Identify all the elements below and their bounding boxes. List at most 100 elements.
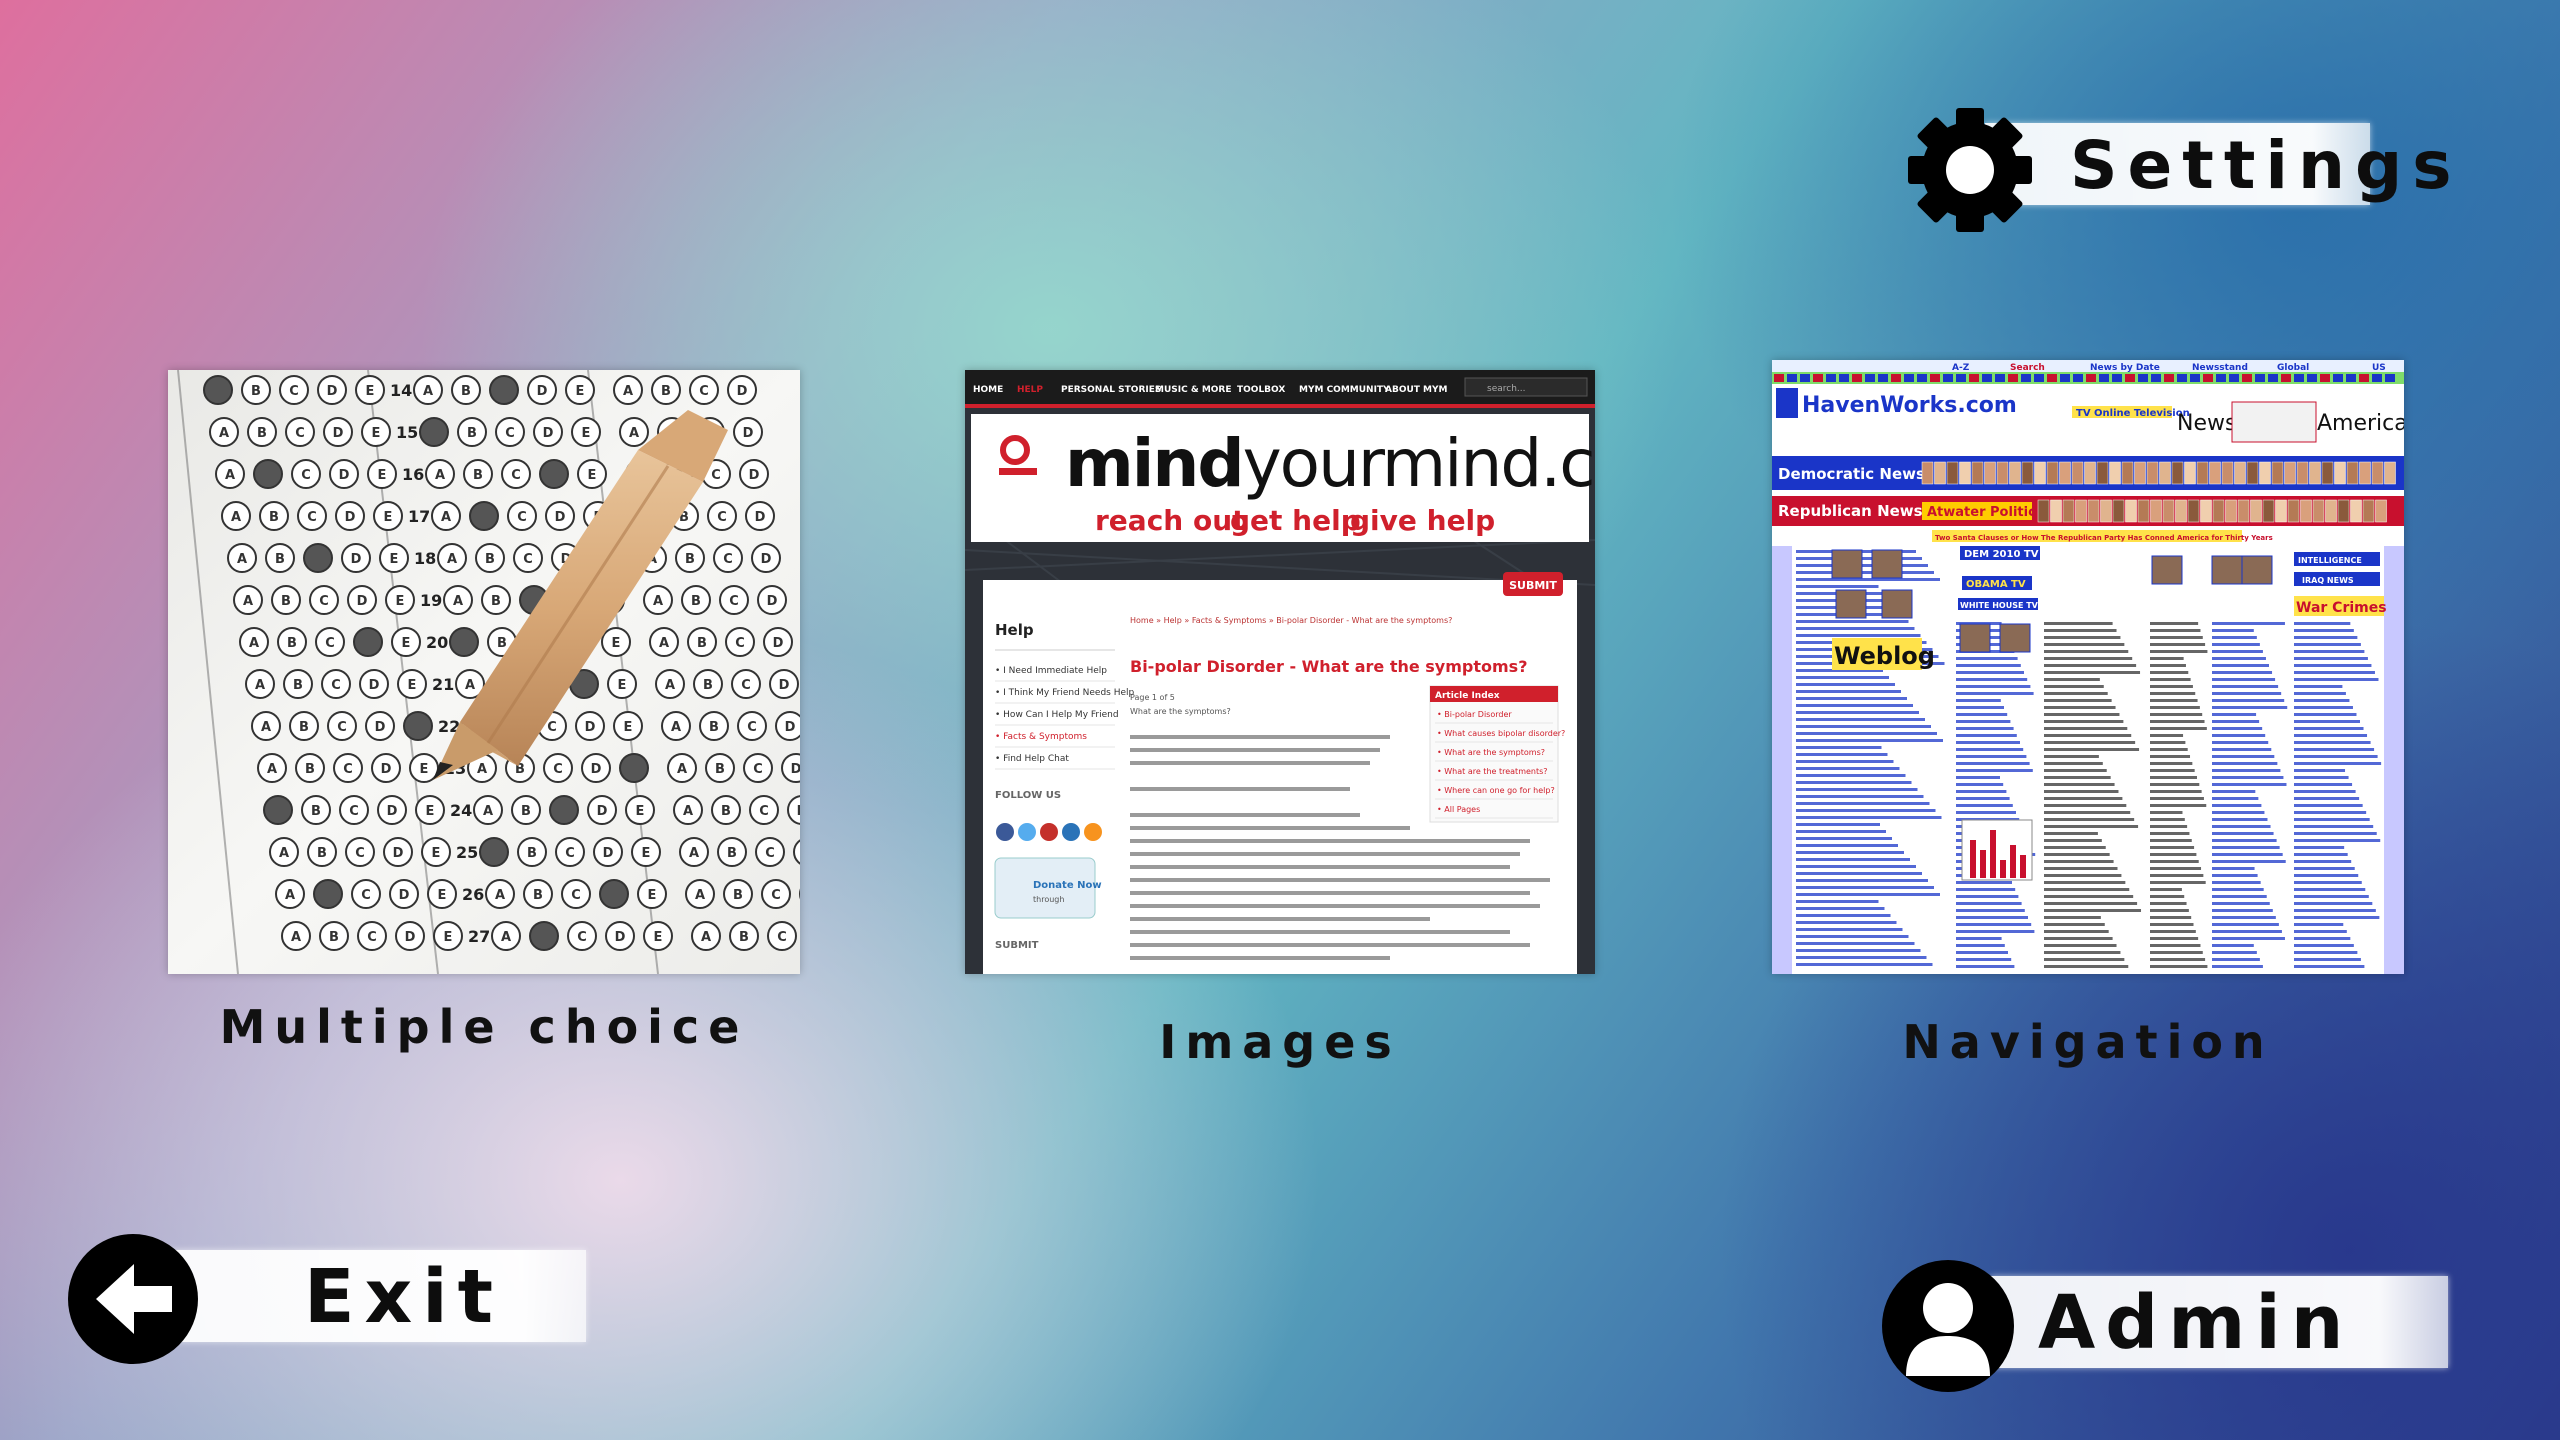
svg-text:B: B (461, 384, 471, 399)
haven-link: US (2372, 363, 2386, 373)
svg-text:27: 27 (468, 927, 490, 946)
navigation-tile[interactable]: A-Z Search News by Date Newsstand Global US H… (1772, 360, 2404, 1070)
svg-text:A: A (453, 594, 463, 609)
settings-label: Settings (2070, 127, 2462, 204)
svg-text:C: C (331, 678, 341, 693)
haven-iraq: IRAQ NEWS (2302, 576, 2354, 585)
svg-text:B: B (299, 720, 309, 735)
mym-sidebar-item: • How Can I Help My Friend (995, 710, 1119, 720)
haven-dem-tv: DEM 2010 TV (1964, 549, 2039, 560)
exit-button[interactable]: Exit (66, 1232, 596, 1372)
gear-icon (1905, 105, 2035, 235)
mym-donate-sub: through (1033, 895, 1064, 904)
svg-text:C: C (355, 846, 365, 861)
svg-text:E: E (372, 426, 381, 441)
svg-text:E: E (642, 846, 651, 861)
haven-link: Newsstand (2192, 363, 2248, 373)
svg-text:A: A (677, 762, 687, 777)
haven-weblog: Weblog (1834, 642, 1935, 670)
svg-text:C: C (361, 888, 371, 903)
svg-text:A: A (243, 594, 253, 609)
svg-text:D: D (339, 468, 350, 483)
haven-link: Search (2010, 363, 2045, 373)
images-tile[interactable]: HOME HELP PERSONAL STORIES MUSIC & MORE TOOL… (965, 370, 1595, 1070)
svg-text:16: 16 (402, 465, 424, 484)
svg-text:A: A (249, 636, 259, 651)
svg-text:D: D (345, 510, 356, 525)
svg-text:B: B (269, 510, 279, 525)
svg-text:C: C (319, 594, 329, 609)
svg-text:A: A (285, 888, 295, 903)
svg-text:A: A (483, 804, 493, 819)
svg-text:E: E (378, 468, 387, 483)
svg-text:B: B (697, 636, 707, 651)
svg-text:D: D (603, 846, 614, 861)
admin-button[interactable]: Admin (1880, 1258, 2460, 1398)
images-label: Images (1159, 1015, 1401, 1069)
svg-text:B: B (473, 468, 483, 483)
svg-text:B: B (317, 846, 327, 861)
mym-donate: Donate Now (1033, 880, 1102, 891)
social-icon (1084, 823, 1102, 841)
svg-text:C: C (699, 384, 709, 399)
svg-text:C: C (553, 762, 563, 777)
svg-text:18: 18 (414, 549, 436, 568)
svg-text:C: C (711, 468, 721, 483)
svg-text:C: C (753, 762, 763, 777)
mym-lead: What are the symptoms? (1130, 707, 1231, 716)
svg-text:C: C (565, 846, 575, 861)
svg-text:C: C (289, 384, 299, 399)
svg-text:C: C (295, 426, 305, 441)
haven-war-crimes: War Crimes (2296, 600, 2387, 616)
multiple-choice-label: Multiple choice (219, 1000, 749, 1054)
svg-text:D: D (543, 426, 554, 441)
svg-text:D: D (387, 804, 398, 819)
svg-text:19: 19 (420, 591, 442, 610)
svg-text:D: D (591, 762, 602, 777)
svg-text:C: C (771, 888, 781, 903)
navigation-thumbnail: A-Z Search News by Date Newsstand Global US H… (1772, 360, 2404, 974)
svg-text:20: 20 (426, 633, 448, 652)
multiple-choice-tile[interactable]: B C D E 14 A B D E A B C D A B C D E 15 B C D E A B C D A C D E 16 A B C E A… (168, 370, 800, 1060)
svg-text:A: A (255, 678, 265, 693)
mym-nav-item: PERSONAL STORIES (1061, 385, 1161, 395)
svg-text:A: A (695, 888, 705, 903)
svg-text:B: B (715, 762, 725, 777)
haven-news: News (2177, 411, 2236, 436)
svg-text:B: B (287, 636, 297, 651)
svg-text:A: A (231, 510, 241, 525)
svg-text:A: A (291, 930, 301, 945)
svg-text:D: D (333, 426, 344, 441)
svg-text:C: C (511, 468, 521, 483)
svg-text:A: A (653, 594, 663, 609)
svg-text:B: B (733, 888, 743, 903)
svg-text:B: B (311, 804, 321, 819)
svg-text:C: C (301, 468, 311, 483)
svg-text:E: E (654, 930, 663, 945)
mym-article-index-item: • What causes bipolar disorder? (1437, 729, 1565, 738)
svg-text:E: E (588, 468, 597, 483)
svg-text:A: A (219, 426, 229, 441)
mym-article-index-title: Article Index (1435, 691, 1500, 701)
svg-text:E: E (612, 636, 621, 651)
svg-text:D: D (761, 552, 772, 567)
haven-obama: OBAMA TV (1966, 579, 2026, 590)
svg-text:C: C (717, 510, 727, 525)
svg-text:A: A (435, 468, 445, 483)
svg-text:C: C (307, 510, 317, 525)
haven-intelligence: INTELLIGENCE (2298, 556, 2362, 565)
svg-text:B: B (293, 678, 303, 693)
svg-text:C: C (325, 636, 335, 651)
mym-logo: mindyourmind.ca (1065, 425, 1595, 502)
mym-tagline-item: get help (1230, 504, 1361, 537)
svg-text:D: D (399, 888, 410, 903)
mym-nav-item: MYM COMMUNITY (1299, 385, 1390, 395)
mym-nav-item: ABOUT MYM (1385, 385, 1448, 395)
mym-page-info: Page 1 of 5 (1130, 693, 1175, 702)
svg-text:B: B (533, 888, 543, 903)
svg-text:21: 21 (432, 675, 454, 694)
svg-text:26: 26 (462, 885, 484, 904)
settings-button[interactable]: Settings (1905, 105, 2470, 232)
svg-text:B: B (257, 426, 267, 441)
mym-article-index-item: • What are the symptoms? (1437, 748, 1545, 757)
